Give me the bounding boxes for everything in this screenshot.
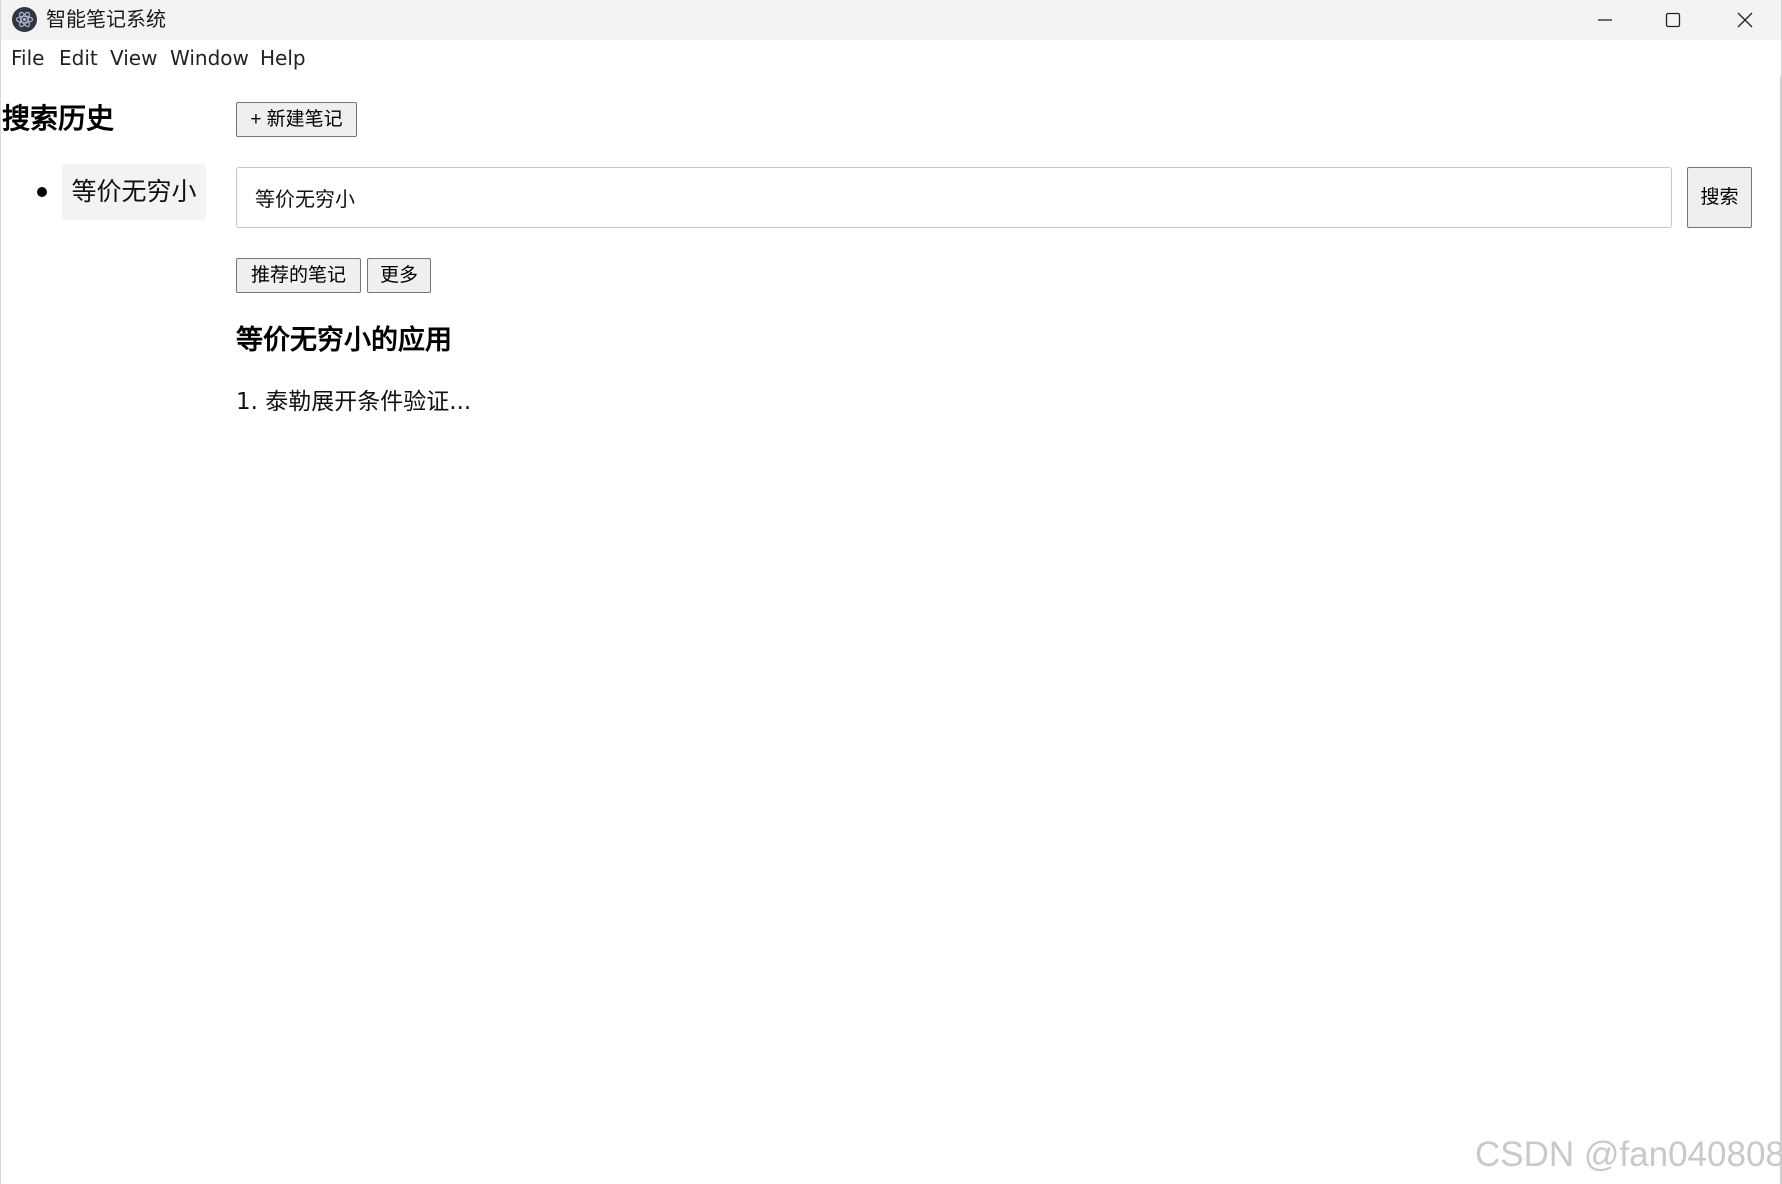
maximize-button[interactable]: [1639, 0, 1707, 40]
search-input[interactable]: [236, 167, 1672, 228]
window-title: 智能笔记系统: [46, 7, 166, 31]
minimize-icon: [1598, 19, 1612, 21]
minimize-button[interactable]: [1571, 0, 1639, 40]
list-bullet: [37, 187, 47, 197]
menu-bar: File Edit View Window Help: [1, 40, 1781, 76]
search-history-heading: 搜索历史: [2, 102, 115, 135]
electron-atom-icon: [12, 7, 37, 32]
history-item[interactable]: 等价无穷小: [62, 164, 206, 220]
title-bar[interactable]: 智能笔记系统: [1, 0, 1781, 40]
new-note-button[interactable]: + 新建笔记: [236, 102, 357, 137]
maximize-icon: [1665, 12, 1681, 28]
result-line: 1. 泰勒展开条件验证...: [236, 389, 472, 415]
app-window: 智能笔记系统 File Edit View Window Help 搜索历史 等…: [0, 0, 1782, 1184]
result-title: 等价无穷小的应用: [236, 325, 452, 356]
more-button[interactable]: 更多: [367, 258, 431, 293]
watermark: CSDN @fan040808: [1475, 1135, 1782, 1174]
menu-view[interactable]: View: [110, 46, 157, 70]
search-button[interactable]: 搜索: [1687, 167, 1752, 228]
menu-edit[interactable]: Edit: [59, 46, 98, 70]
close-button[interactable]: [1711, 0, 1779, 40]
menu-window[interactable]: Window: [170, 46, 249, 70]
close-icon: [1737, 12, 1753, 28]
recommended-notes-button[interactable]: 推荐的笔记: [236, 258, 361, 293]
menu-help[interactable]: Help: [260, 46, 306, 70]
menu-file[interactable]: File: [11, 46, 44, 70]
